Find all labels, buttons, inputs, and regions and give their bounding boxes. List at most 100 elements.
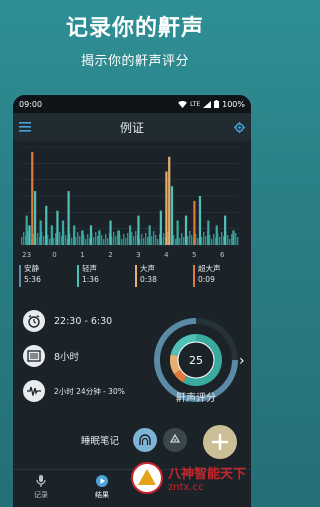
sound-bar bbox=[67, 191, 70, 245]
watermark-logo-icon bbox=[131, 462, 163, 494]
watermark-line2: zntx.cc bbox=[168, 482, 204, 493]
baseline-bar bbox=[197, 238, 199, 245]
baseline-bar bbox=[123, 234, 125, 245]
baseline-bar bbox=[179, 238, 181, 245]
baseline-bar bbox=[141, 234, 143, 245]
score-value: 25 bbox=[189, 354, 203, 367]
sound-bar bbox=[39, 220, 42, 245]
baseline-bar bbox=[163, 233, 165, 245]
baseline-bar bbox=[23, 232, 25, 245]
baseline-bar bbox=[55, 233, 57, 245]
legend-label: 超大声 bbox=[198, 264, 221, 273]
nav-results[interactable]: 结果 bbox=[82, 474, 122, 500]
nav-record[interactable]: 记录 bbox=[21, 474, 61, 500]
sound-bar bbox=[148, 225, 151, 245]
watermark-line1: 八神智能天下 bbox=[168, 467, 247, 482]
baseline-bar bbox=[147, 237, 149, 245]
sound-bar bbox=[89, 225, 93, 245]
baseline-bar bbox=[191, 235, 193, 245]
watermark-text: 八神智能天下 zntx.cc bbox=[168, 463, 246, 493]
baseline-bar bbox=[53, 238, 55, 245]
baseline-bar bbox=[59, 232, 61, 245]
chevron-right-icon[interactable]: › bbox=[239, 353, 245, 369]
legend-item-loud: 大声 0:38 bbox=[133, 263, 191, 291]
alarm-clock-icon bbox=[23, 310, 45, 332]
sound-chart: 23 0 1 2 3 4 5 6 bbox=[13, 141, 251, 261]
baseline-bar bbox=[87, 234, 89, 245]
hero-subtitle: 揭示你的鼾声评分 bbox=[80, 54, 189, 69]
baseline-bar bbox=[103, 239, 105, 245]
watermark: 八神智能天下 zntx.cc bbox=[130, 454, 270, 502]
legend-item-epic: 超大声 0:09 bbox=[191, 263, 249, 291]
note-recycle-button[interactable] bbox=[163, 428, 187, 452]
baseline-bar bbox=[221, 232, 223, 245]
legend-swatch bbox=[19, 265, 21, 287]
note-pillow-button[interactable] bbox=[133, 428, 157, 452]
sound-bar bbox=[137, 215, 140, 245]
baseline-bar bbox=[237, 237, 239, 245]
baseline-bar bbox=[173, 235, 175, 245]
legend-swatch bbox=[135, 265, 137, 287]
baseline-bar bbox=[235, 233, 237, 245]
x-tick-label: 4 bbox=[164, 251, 169, 259]
legend-label: 轻声 bbox=[82, 264, 97, 273]
legend: 安静 5:36 轻声 1:36 大声 0:38 超大声 0:09 bbox=[17, 263, 249, 291]
baseline-bar bbox=[219, 237, 221, 245]
sound-bar bbox=[184, 215, 188, 245]
sound-bar bbox=[198, 196, 202, 245]
x-tick-label: 1 bbox=[80, 251, 84, 259]
baseline-bar bbox=[155, 235, 157, 245]
gear-icon[interactable] bbox=[231, 119, 247, 135]
legend-duration: 5:36 bbox=[24, 275, 41, 284]
baseline-bar bbox=[203, 232, 205, 245]
sound-bar bbox=[109, 220, 112, 245]
sound-bar bbox=[170, 186, 174, 245]
sound-bar bbox=[45, 205, 48, 245]
x-tick-label: 6 bbox=[220, 251, 225, 259]
baseline-bar bbox=[21, 237, 23, 245]
baseline-bar bbox=[187, 236, 189, 245]
duration-text: 8小时 bbox=[54, 352, 80, 363]
duration-row: 8小时 bbox=[23, 345, 79, 367]
baseline-bar bbox=[43, 236, 45, 245]
microphone-icon bbox=[36, 475, 46, 487]
phone-screen: 09:00 LTE 100% 例证 23 0 1 2 3 4 5 6 安静 5:36 轻声 1… bbox=[13, 95, 251, 507]
baseline-bar bbox=[97, 236, 99, 245]
wifi-icon bbox=[178, 100, 188, 108]
sound-chart-svg: 23 0 1 2 3 4 5 6 bbox=[21, 146, 239, 259]
battery-level: 100% bbox=[222, 99, 245, 109]
sound-bar bbox=[73, 225, 76, 245]
sound-bar bbox=[56, 210, 59, 245]
baseline-bar bbox=[125, 238, 127, 245]
sound-bar bbox=[232, 230, 235, 245]
baseline-bar bbox=[229, 239, 231, 245]
app-header: 例证 bbox=[13, 113, 251, 141]
sound-bar bbox=[81, 230, 84, 245]
sound-bar bbox=[25, 215, 28, 245]
baseline-bar bbox=[79, 236, 81, 245]
app-title: 例证 bbox=[119, 120, 144, 135]
sound-bar bbox=[224, 215, 227, 245]
sound-bar bbox=[129, 225, 132, 245]
sound-bar bbox=[117, 230, 121, 245]
baseline-bar bbox=[107, 238, 109, 245]
legend-label: 安静 bbox=[24, 264, 39, 273]
baseline-bar bbox=[113, 232, 115, 245]
baseline-bar bbox=[131, 232, 133, 245]
legend-duration: 0:38 bbox=[140, 275, 157, 284]
baseline-bar bbox=[181, 233, 183, 245]
menu-icon[interactable] bbox=[17, 119, 33, 135]
baseline-bar bbox=[157, 239, 159, 245]
sound-bar bbox=[61, 220, 65, 245]
hero-title: 记录你的鼾声 bbox=[65, 16, 204, 41]
status-bar: 09:00 LTE 100% bbox=[13, 95, 251, 113]
waveform-icon bbox=[23, 380, 45, 402]
sound-bar bbox=[50, 225, 53, 245]
bed-icon bbox=[23, 345, 45, 367]
play-circle-icon bbox=[96, 475, 108, 487]
sound-bar bbox=[159, 210, 162, 245]
legend-item-quiet: 安静 5:36 bbox=[17, 263, 75, 291]
sound-bar bbox=[28, 225, 31, 245]
nav-results-label: 结果 bbox=[95, 491, 109, 499]
baseline-bar bbox=[95, 232, 97, 245]
